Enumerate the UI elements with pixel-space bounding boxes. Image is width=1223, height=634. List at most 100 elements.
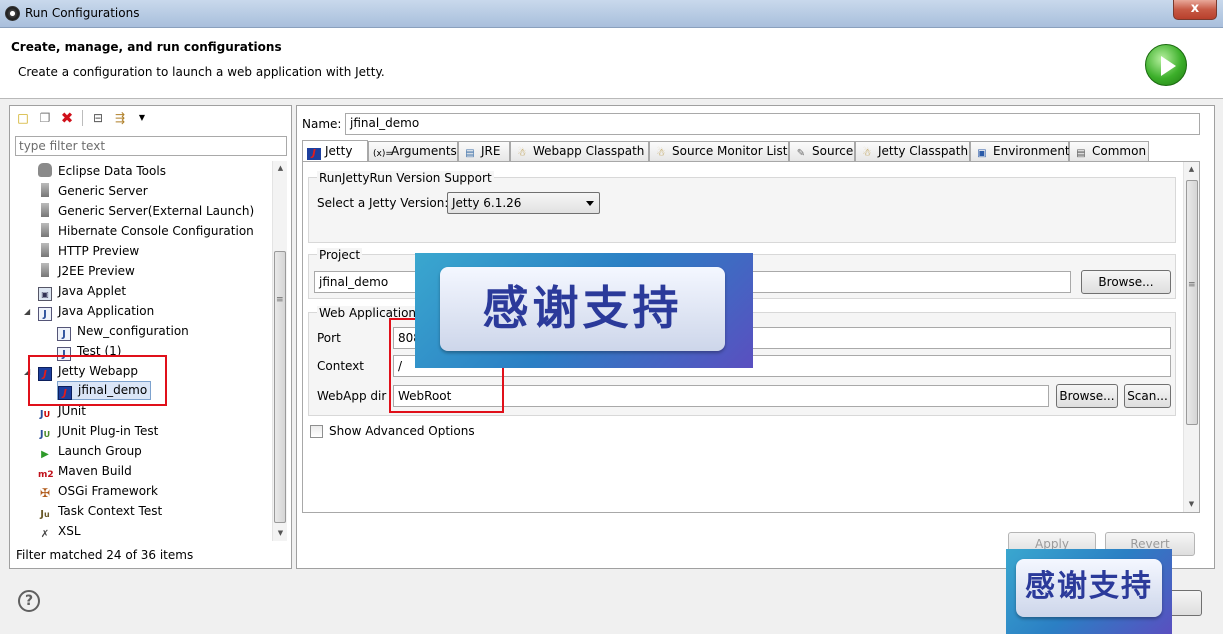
- title-bar: Run Configurations x: [0, 0, 1223, 28]
- launch-group-icon: ▶: [41, 449, 49, 460]
- tab-jetty-classpath[interactable]: ☃ Jetty Classpath: [855, 141, 970, 161]
- scroll-down-icon[interactable]: ▼: [1184, 497, 1199, 512]
- tab-jetty[interactable]: J Jetty: [302, 140, 368, 161]
- filter-input[interactable]: [15, 136, 287, 156]
- run-icon: [1145, 44, 1187, 86]
- close-dialog-button-partial[interactable]: [1172, 590, 1202, 616]
- tree-item-generic-server[interactable]: Generic Server: [38, 181, 148, 201]
- database-icon: [38, 163, 52, 177]
- configuration-tree-panel: □ ❐ ✖ ⊟ ⇶ ▼ Eclipse Data Tools Generic S…: [9, 105, 292, 569]
- watermark-text: 感谢支持: [440, 267, 725, 351]
- library-icon: ▤: [465, 148, 475, 159]
- duplicate-icon[interactable]: ❐: [37, 110, 53, 126]
- header-title: Create, manage, and run configurations: [11, 40, 282, 54]
- tree-item-hibernate-console[interactable]: Hibernate Console Configuration: [38, 221, 254, 241]
- tree-item-xsl[interactable]: ✗ XSL: [38, 521, 81, 541]
- scan-button[interactable]: Scan...: [1124, 384, 1171, 408]
- filter-icon[interactable]: ⇶: [112, 110, 128, 126]
- grip-icon: ≡: [1188, 280, 1196, 290]
- maven-icon: m2: [38, 470, 54, 480]
- close-button[interactable]: x: [1173, 0, 1217, 20]
- tree-toolbar: □ ❐ ✖ ⊟ ⇶ ▼: [10, 106, 291, 130]
- tab-jre[interactable]: ▤ JRE: [458, 141, 510, 161]
- task-context-icon: Ju: [40, 509, 50, 520]
- context-label: Context: [317, 359, 365, 373]
- tree-item-task-context-test[interactable]: Ju Task Context Test: [38, 501, 162, 521]
- dialog-header: Create, manage, and run configurations C…: [0, 28, 1223, 99]
- name-input[interactable]: jfinal_demo: [345, 113, 1200, 135]
- server-icon: [41, 243, 49, 257]
- webapp-browse-button[interactable]: Browse...: [1056, 384, 1118, 408]
- server-icon: [41, 183, 49, 197]
- junit-icon: JU: [39, 409, 51, 420]
- select-version-label: Select a Jetty Version:: [317, 196, 449, 210]
- tree-item-eclipse-data-tools[interactable]: Eclipse Data Tools: [38, 161, 166, 181]
- tab-webapp-classpath[interactable]: ☃ Webapp Classpath: [510, 141, 649, 161]
- server-icon: [41, 263, 49, 277]
- jetty-version-select[interactable]: Jetty 6.1.26: [447, 192, 600, 214]
- chevron-down-icon[interactable]: ▼: [134, 110, 150, 126]
- tab-source[interactable]: ✎ Source: [789, 141, 855, 161]
- project-title: Project: [317, 248, 363, 262]
- port-label: Port: [317, 331, 341, 345]
- advanced-options-checkbox[interactable]: [310, 425, 323, 438]
- common-icon: ▤: [1076, 148, 1086, 159]
- classpath-icon: ☃: [656, 148, 666, 159]
- arguments-icon: (x)=: [373, 149, 393, 159]
- header-subtitle: Create a configuration to launch a web a…: [18, 65, 385, 79]
- tree-item-java-application[interactable]: J Java Application: [38, 301, 154, 321]
- editor-scrollbar[interactable]: ▲ ≡ ▼: [1183, 162, 1199, 512]
- configuration-tree: Eclipse Data Tools Generic Server Generi…: [10, 161, 272, 541]
- scroll-up-icon[interactable]: ▲: [1184, 162, 1199, 177]
- tree-item-generic-server-external[interactable]: Generic Server(External Launch): [38, 201, 254, 221]
- classpath-icon: ☃: [862, 148, 872, 159]
- scroll-thumb[interactable]: [274, 251, 286, 523]
- tab-environment[interactable]: ▣ Environment: [970, 141, 1070, 161]
- tree-scrollbar[interactable]: ▲ ≡ ▼: [272, 161, 287, 541]
- grip-icon: ≡: [276, 295, 284, 305]
- advanced-options-label: Show Advanced Options: [329, 424, 475, 438]
- watermark-banner-small: 感谢支持: [1006, 549, 1172, 634]
- environment-icon: ▣: [977, 148, 987, 159]
- watermark-banner: 感谢支持: [415, 253, 753, 368]
- xsl-icon: ✗: [40, 529, 50, 540]
- watermark-text-small: 感谢支持: [1016, 559, 1162, 617]
- tree-item-j2ee-preview[interactable]: J2EE Preview: [38, 261, 135, 281]
- applet-icon: ▣: [38, 287, 52, 301]
- toolbar-separator: [82, 110, 83, 126]
- tree-item-java-applet[interactable]: ▣ Java Applet: [38, 281, 126, 301]
- tree-item-launch-group[interactable]: ▶ Launch Group: [38, 441, 142, 461]
- new-config-icon[interactable]: □: [15, 110, 31, 126]
- project-browse-button[interactable]: Browse...: [1081, 270, 1171, 294]
- expand-java-application-icon[interactable]: ◢: [24, 307, 30, 316]
- eclipse-icon: [5, 6, 20, 21]
- window-title: Run Configurations: [25, 6, 140, 20]
- jetty-icon: J: [307, 148, 321, 160]
- tab-arguments[interactable]: (x)=Arguments: [368, 141, 458, 161]
- classpath-icon: ☃: [517, 148, 527, 159]
- help-icon[interactable]: ?: [18, 590, 40, 612]
- server-icon: [41, 223, 49, 237]
- webapp-dir-label: WebApp dir: [317, 389, 387, 403]
- annotation-box-jetty: [28, 355, 167, 406]
- junit-plugin-icon: JU: [39, 429, 51, 440]
- chevron-down-icon: [586, 201, 594, 206]
- collapse-all-icon[interactable]: ⊟: [90, 110, 106, 126]
- java-file-icon: J: [57, 327, 71, 341]
- scroll-up-icon[interactable]: ▲: [273, 161, 288, 176]
- source-icon: ✎: [796, 148, 806, 159]
- tab-source-monitor-list[interactable]: ☃ Source Monitor List: [649, 141, 789, 161]
- tree-item-new-configuration[interactable]: J New_configuration: [57, 321, 189, 341]
- filter-status: Filter matched 24 of 36 items: [16, 548, 194, 562]
- server-icon: [41, 203, 49, 217]
- tab-common[interactable]: ▤ Common: [1069, 141, 1149, 161]
- delete-icon[interactable]: ✖: [59, 110, 75, 126]
- name-label: Name:: [302, 117, 342, 131]
- tree-item-osgi-framework[interactable]: ✠ OSGi Framework: [38, 481, 158, 501]
- scroll-thumb[interactable]: [1186, 180, 1198, 425]
- scroll-down-icon[interactable]: ▼: [273, 526, 288, 541]
- java-app-icon: J: [38, 307, 52, 321]
- tree-item-junit-plugin-test[interactable]: JU JUnit Plug-in Test: [38, 421, 158, 441]
- tree-item-maven-build[interactable]: m2 Maven Build: [38, 461, 132, 481]
- tree-item-http-preview[interactable]: HTTP Preview: [38, 241, 139, 261]
